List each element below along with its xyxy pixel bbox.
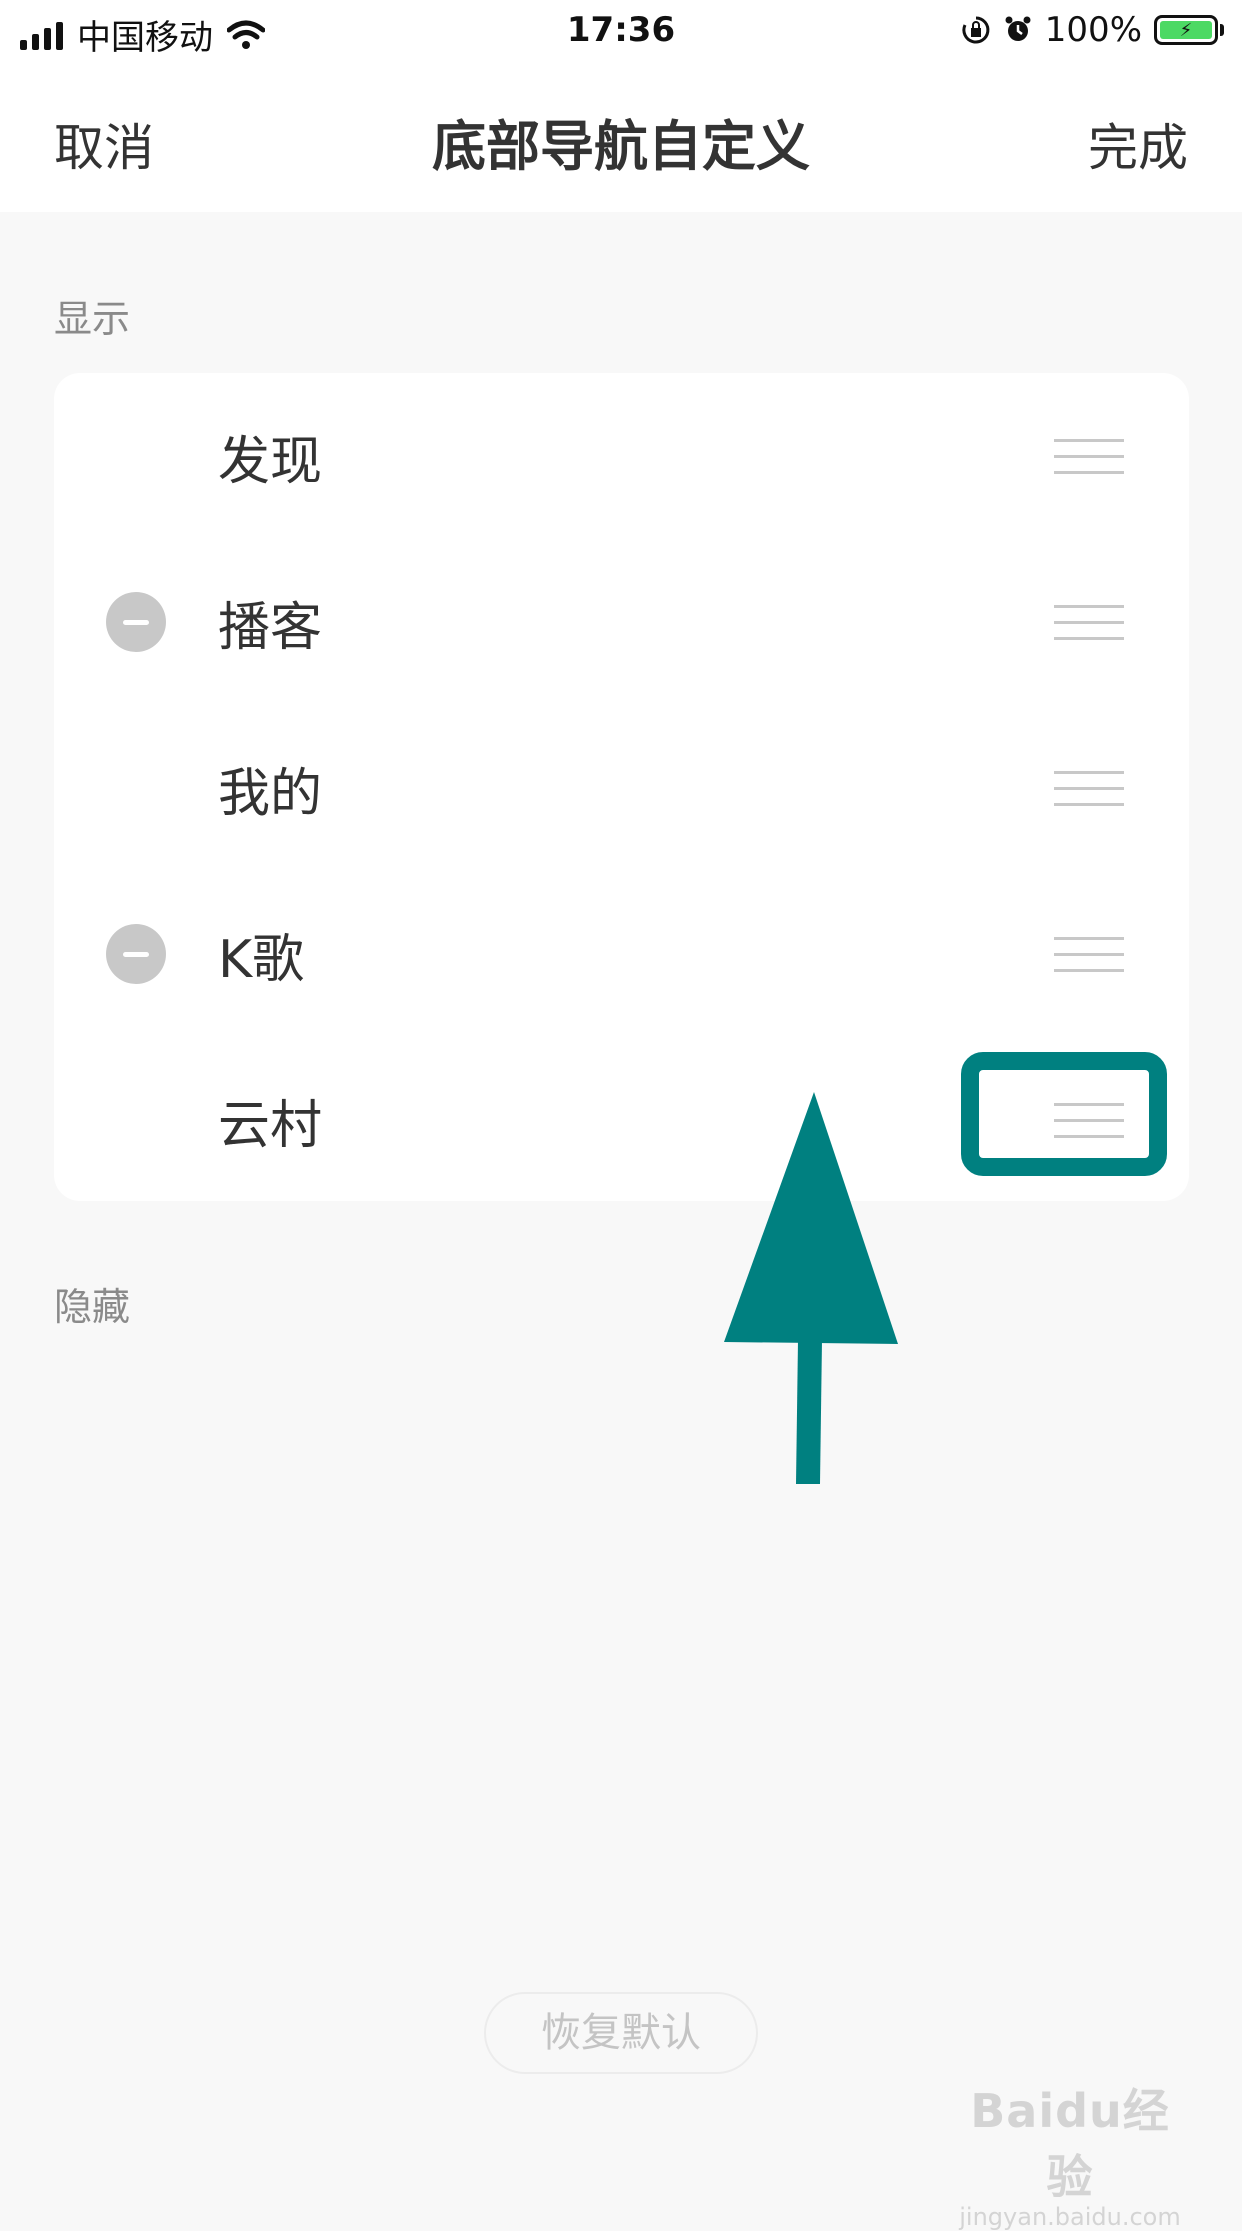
orientation-lock-icon [962, 16, 990, 44]
drag-handle-icon[interactable] [1054, 605, 1124, 641]
drag-handle-icon[interactable] [1054, 937, 1124, 973]
item-label: K歌 [218, 930, 305, 990]
list-item: 播客 [54, 539, 1189, 704]
status-right: 100% ⚡ [961, 10, 1224, 50]
alarm-icon [1005, 16, 1031, 41]
nav-bar: 取消 底部导航自定义 完成 [0, 64, 1242, 212]
remove-icon[interactable] [106, 924, 166, 984]
hidden-section-header: 隐藏 [54, 1285, 131, 1329]
list-item: K歌 [54, 871, 1189, 1036]
battery-percent: 100% [1044, 10, 1142, 50]
status-bar: 中国移动 17:36 100% ⚡ [0, 0, 1242, 64]
done-button[interactable]: 完成 [1088, 108, 1188, 180]
highlight-box [961, 1052, 1167, 1176]
shown-section-header: 显示 [54, 297, 131, 341]
list-item: 发现 [54, 373, 1189, 538]
remove-icon[interactable] [106, 592, 166, 652]
item-label: 云村 [218, 1096, 323, 1156]
list-item: 我的 [54, 705, 1189, 870]
item-label: 发现 [218, 432, 323, 492]
up-arrow-annotation [724, 1092, 898, 1484]
drag-handle-icon[interactable] [1054, 771, 1124, 807]
drag-handle-icon[interactable] [1054, 439, 1124, 475]
item-label: 播客 [218, 598, 323, 658]
item-label: 我的 [218, 764, 323, 824]
watermark-url: jingyan.baidu.com [959, 2203, 1181, 2231]
restore-default-button[interactable]: 恢复默认 [484, 1992, 758, 2074]
battery-charging-icon: ⚡ [1154, 15, 1224, 45]
page-title: 底部导航自定义 [432, 115, 810, 178]
watermark-logo: Baidu经验 [970, 2084, 1170, 2204]
